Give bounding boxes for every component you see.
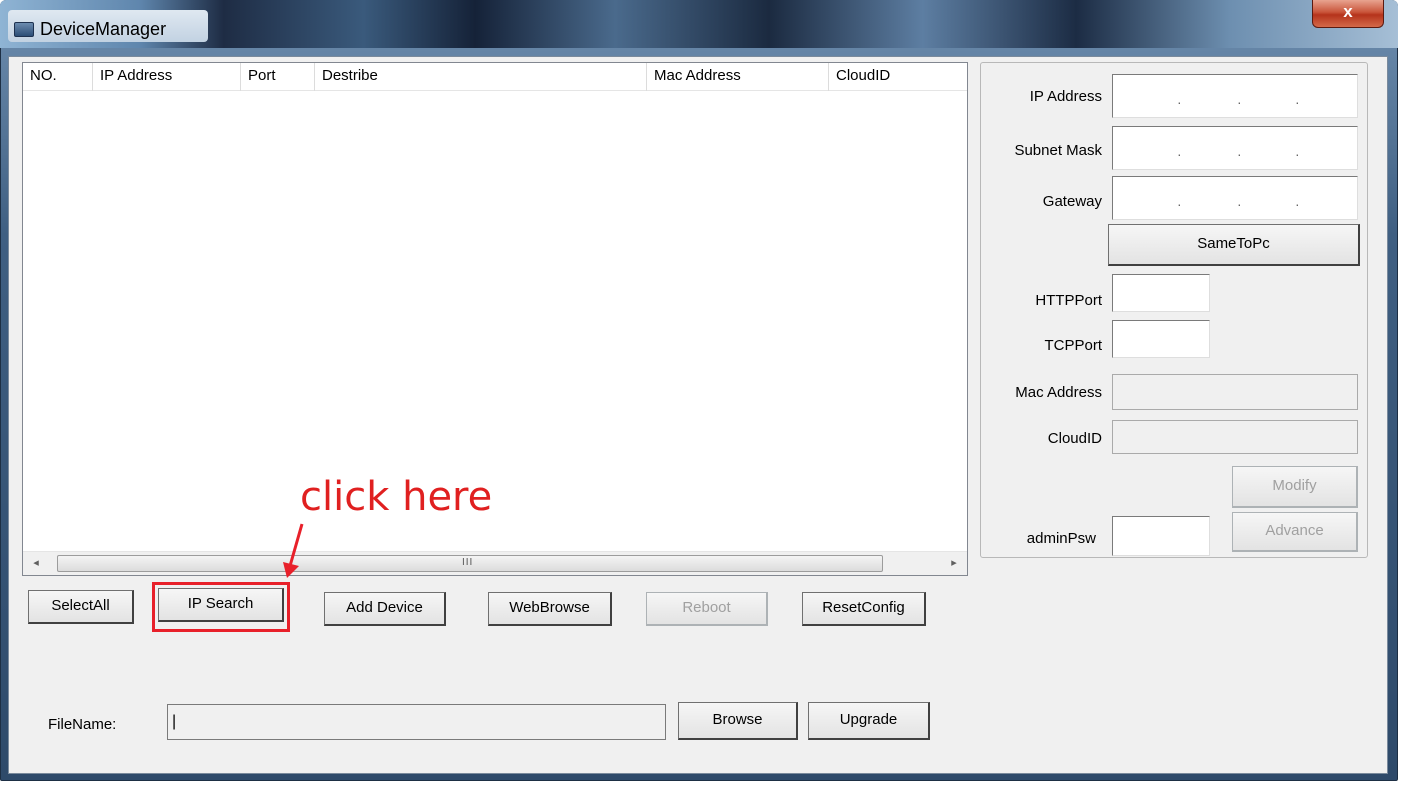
browse-button[interactable]: Browse (678, 702, 798, 740)
window-title: DeviceManager (40, 19, 167, 39)
reboot-button[interactable]: Reboot (646, 592, 768, 626)
web-browse-button[interactable]: WebBrowse (488, 592, 612, 626)
scroll-thumb[interactable]: III (57, 555, 883, 572)
column-port[interactable]: Port (241, 63, 315, 91)
ip-address-field[interactable]: · · · (1112, 74, 1358, 118)
upgrade-button[interactable]: Upgrade (808, 702, 930, 740)
same-to-pc-button[interactable]: SameToPc (1108, 224, 1360, 266)
mac-address-label: Mac Address (1015, 384, 1102, 401)
title-bar[interactable] (0, 0, 1398, 48)
reset-config-button[interactable]: ResetConfig (802, 592, 926, 626)
filename-label: FileName: (48, 716, 117, 733)
admin-password-field[interactable] (1112, 516, 1210, 556)
callout-text: click here (300, 474, 493, 520)
select-all-button[interactable]: SelectAll (28, 590, 134, 624)
ip-address-label: IP Address (1029, 88, 1102, 105)
scroll-left-icon[interactable]: ◂ (25, 552, 47, 575)
column-cloud-id[interactable]: CloudID (829, 63, 967, 91)
column-ip-address[interactable]: IP Address (93, 63, 241, 91)
mac-address-field (1112, 374, 1358, 410)
scroll-right-icon[interactable]: ▸ (943, 552, 965, 575)
add-device-button[interactable]: Add Device (324, 592, 446, 626)
cloud-id-label: CloudID (1047, 430, 1102, 447)
device-list[interactable]: NO. IP Address Port Destribe Mac Address… (22, 62, 968, 576)
column-no[interactable]: NO. (23, 63, 93, 91)
app-icon (14, 22, 34, 37)
gateway-field[interactable]: · · · (1112, 176, 1358, 220)
close-button[interactable]: x (1312, 0, 1384, 28)
gateway-label: Gateway (1042, 193, 1102, 210)
subnet-mask-label: Subnet Mask (1014, 142, 1102, 159)
column-destribe[interactable]: Destribe (315, 63, 647, 91)
tcp-port-label: TCPPort (1044, 337, 1102, 354)
filename-field[interactable]: | (167, 704, 666, 740)
device-list-header: NO. IP Address Port Destribe Mac Address… (23, 63, 967, 91)
column-mac-address[interactable]: Mac Address (647, 63, 829, 91)
modify-button[interactable]: Modify (1232, 466, 1358, 508)
callout-arrow-icon (283, 523, 304, 578)
advance-button[interactable]: Advance (1232, 512, 1358, 552)
cloud-id-field (1112, 420, 1358, 454)
admin-psw-label: adminPsw (1026, 530, 1096, 547)
http-port-label: HTTPPort (1035, 292, 1102, 309)
scroll-grip-icon: III (462, 557, 474, 568)
tcp-port-field[interactable] (1112, 320, 1210, 358)
http-port-field[interactable] (1112, 274, 1210, 312)
highlight-box (152, 582, 290, 632)
horizontal-scrollbar[interactable]: ◂ III ▸ (23, 551, 967, 575)
subnet-mask-field[interactable]: · · · (1112, 126, 1358, 170)
